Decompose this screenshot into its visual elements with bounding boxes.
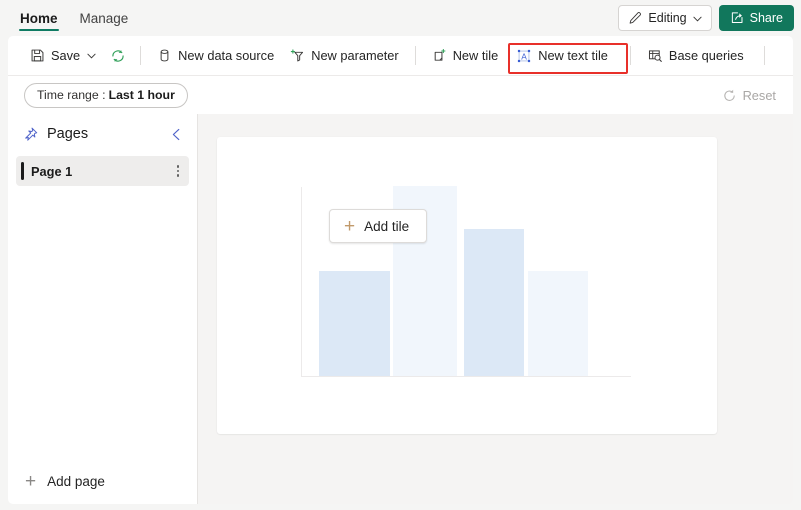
base-queries-label: Base queries xyxy=(668,48,744,63)
reset-label: Reset xyxy=(742,87,776,103)
save-label: Save xyxy=(51,48,81,63)
toolbar-divider xyxy=(629,46,631,65)
base-queries-button[interactable]: Base queries xyxy=(639,42,752,70)
collapse-sidebar-button[interactable] xyxy=(165,123,187,145)
editing-mode-button[interactable]: Editing xyxy=(618,5,712,31)
new-parameter-button[interactable]: New parameter xyxy=(282,42,406,70)
new-tile-button[interactable]: New tile xyxy=(424,42,507,70)
new-tile-label: New tile xyxy=(452,48,499,63)
editing-label: Editing xyxy=(648,11,687,25)
filter-plus-icon xyxy=(290,48,305,63)
ribbon-actions: Editing Share xyxy=(618,0,794,36)
sidebar-item-page-1[interactable]: Page 1 xyxy=(16,156,189,186)
share-icon xyxy=(730,11,744,25)
text-tile-icon: A xyxy=(516,48,532,64)
time-range-label: Time range : xyxy=(37,88,106,102)
tab-home[interactable]: Home xyxy=(9,0,69,36)
add-tile-button[interactable]: + Add tile xyxy=(329,209,428,243)
time-range-value: Last 1 hour xyxy=(108,88,175,102)
chart-bar xyxy=(528,271,588,376)
chart-x-axis xyxy=(301,376,631,377)
refresh-button[interactable] xyxy=(104,42,132,70)
dashboard-app: Home Manage Editing Share Save New data … xyxy=(0,0,801,510)
page-item-label: Page 1 xyxy=(31,163,73,179)
plus-icon: + xyxy=(344,215,356,237)
toolbar-divider xyxy=(140,46,142,65)
new-tile-icon xyxy=(432,48,447,63)
svg-text:A: A xyxy=(521,51,527,61)
share-button[interactable]: Share xyxy=(718,5,794,31)
plus-icon: + xyxy=(25,470,37,492)
pages-sidebar: Pages Page 1 + Add page xyxy=(8,114,198,504)
more-vertical-icon[interactable] xyxy=(176,165,179,177)
new-text-tile-label: New text tile xyxy=(538,48,608,63)
chart-y-axis xyxy=(301,187,302,377)
toolbar-divider xyxy=(763,46,765,65)
time-range-picker[interactable]: Time range : Last 1 hour xyxy=(24,82,188,108)
new-text-tile-button[interactable]: A New text tile xyxy=(508,42,616,70)
share-label: Share xyxy=(749,11,783,25)
new-data-source-label: New data source xyxy=(178,48,275,63)
chart-bar xyxy=(464,229,524,376)
pencil-icon xyxy=(628,11,642,25)
selection-indicator xyxy=(21,162,24,180)
add-tile-label: Add tile xyxy=(364,218,410,234)
ribbon-tabs: Home Manage xyxy=(0,0,139,36)
dashboard-canvas: + Add tile xyxy=(198,114,793,504)
new-data-source-button[interactable]: New data source xyxy=(149,42,282,70)
chevron-down-icon xyxy=(87,51,96,61)
tab-manage[interactable]: Manage xyxy=(69,0,140,36)
save-icon xyxy=(30,48,45,63)
filter-bar: Time range : Last 1 hour Reset xyxy=(8,75,793,114)
chart-bar xyxy=(319,271,390,376)
ribbon-tabstrip: Home Manage Editing Share xyxy=(0,0,801,36)
pin-icon xyxy=(22,126,39,143)
toolbar-divider xyxy=(414,46,416,65)
tab-home-label: Home xyxy=(20,10,58,26)
empty-tile-card[interactable]: + Add tile xyxy=(217,137,717,434)
save-button[interactable]: Save xyxy=(22,42,104,70)
workspace-body: Pages Page 1 + Add page + Add tile xyxy=(8,114,793,504)
command-toolbar: Save New data source New parameter New t… xyxy=(8,36,793,75)
reset-button[interactable]: Reset xyxy=(722,88,776,103)
base-queries-icon xyxy=(647,48,663,63)
pages-title: Pages xyxy=(47,126,89,142)
database-icon xyxy=(157,48,172,63)
tab-manage-label: Manage xyxy=(79,10,129,26)
add-page-button[interactable]: + Add page xyxy=(8,458,198,504)
pages-header: Pages xyxy=(8,114,197,154)
new-parameter-label: New parameter xyxy=(311,48,399,63)
refresh-icon xyxy=(110,48,126,64)
add-page-label: Add page xyxy=(47,473,105,489)
chevron-down-icon xyxy=(693,11,702,25)
chevron-left-icon xyxy=(171,128,182,141)
reset-icon xyxy=(722,88,737,103)
